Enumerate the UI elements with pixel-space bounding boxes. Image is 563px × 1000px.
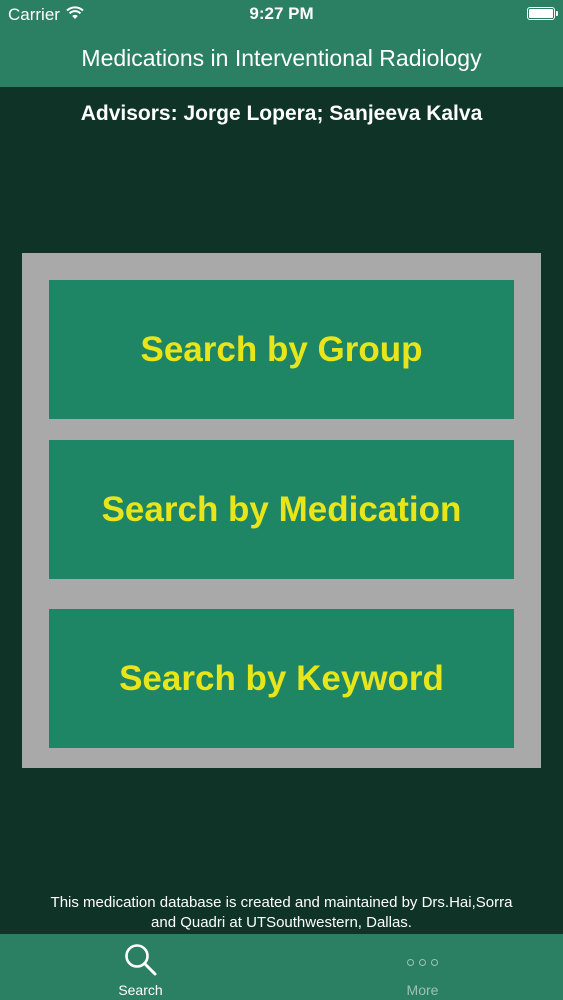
- footer-line-2: and Quadri at UTSouthwestern, Dallas.: [151, 914, 412, 931]
- tab-search-label: Search: [118, 982, 163, 998]
- footer-line-1: This medication database is created and …: [50, 894, 513, 911]
- tab-more[interactable]: More: [282, 934, 563, 1000]
- status-time: 9:27 PM: [249, 4, 314, 23]
- search-by-keyword-label: Search by Keyword: [119, 658, 444, 698]
- search-by-group-label: Search by Group: [140, 329, 423, 369]
- page-title: Medications in Interventional Radiology: [81, 45, 482, 71]
- tab-search[interactable]: Search: [0, 934, 281, 1000]
- advisors-text: Advisors: Jorge Lopera; Sanjeeva Kalva: [80, 102, 483, 125]
- more-icon: [407, 942, 438, 978]
- search-by-medication-label: Search by Medication: [101, 489, 462, 529]
- battery-icon: [527, 7, 558, 20]
- tab-more-label: More: [406, 982, 439, 998]
- footer-note: This medication database is created and …: [0, 893, 563, 933]
- status-bar: Carrier 9:27 PM: [0, 0, 563, 30]
- search-options-panel: Search by Group Search by Medication Sea…: [22, 253, 541, 768]
- search-by-keyword-button[interactable]: Search by Keyword: [49, 609, 514, 748]
- search-by-group-button[interactable]: Search by Group: [49, 280, 514, 419]
- tab-bar: Search More: [0, 934, 563, 1000]
- search-by-medication-button[interactable]: Search by Medication: [49, 440, 514, 579]
- search-icon: [123, 942, 159, 978]
- nav-bar: Medications in Interventional Radiology: [0, 30, 563, 87]
